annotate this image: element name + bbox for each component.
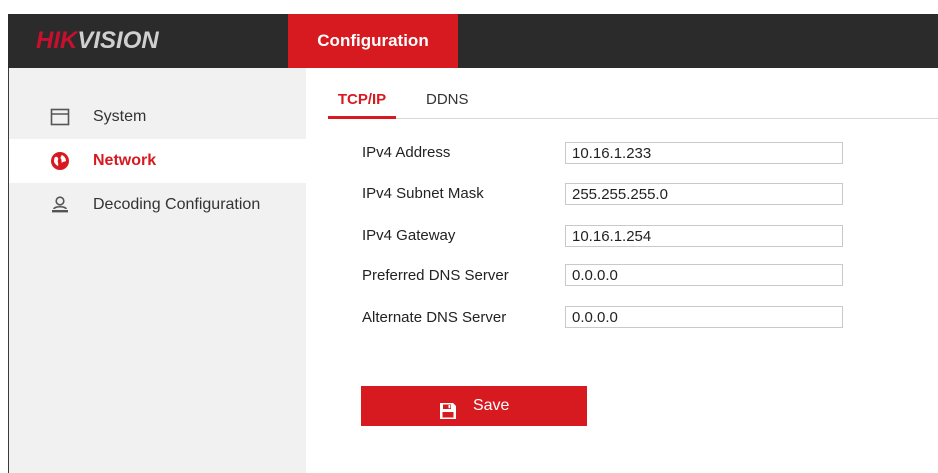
alternate-dns-server-label: Alternate DNS Server bbox=[362, 309, 507, 326]
top-navigation-bar: HIKVISION Configuration bbox=[8, 14, 938, 68]
tab-ddns[interactable]: DDNS bbox=[426, 86, 469, 116]
sidebar: System Network Decoding Configuration bbox=[8, 68, 306, 473]
sidebar-item-label: Decoding Configuration bbox=[93, 196, 261, 213]
ipv4-gateway-field[interactable] bbox=[565, 225, 843, 247]
logo-gray-text: VISION bbox=[77, 27, 159, 54]
ipv4-subnet-mask-field[interactable] bbox=[565, 183, 843, 205]
sidebar-item-label: Network bbox=[93, 152, 157, 169]
alternate-dns-server-field[interactable] bbox=[565, 306, 843, 328]
preferred-dns-server-label: Preferred DNS Server bbox=[362, 267, 509, 284]
globe-icon bbox=[50, 151, 70, 171]
logo-red-text: HIK bbox=[36, 27, 78, 54]
app-window: HIKVISION Configuration System Network D… bbox=[0, 0, 938, 473]
sidebar-item-label: System bbox=[93, 108, 147, 125]
preferred-dns-server-field[interactable] bbox=[565, 264, 843, 286]
save-button[interactable]: Save bbox=[361, 386, 587, 426]
floppy-disk-icon bbox=[439, 396, 457, 419]
tab-tcp-ip[interactable]: TCP/IP bbox=[328, 86, 396, 119]
tab-configuration[interactable]: Configuration bbox=[288, 14, 458, 68]
save-button-label: Save bbox=[472, 397, 510, 414]
window-icon bbox=[50, 107, 70, 127]
ipv4-address-field[interactable] bbox=[565, 142, 843, 164]
sidebar-item-decoding-configuration[interactable]: Decoding Configuration bbox=[9, 183, 306, 227]
sidebar-item-system[interactable]: System bbox=[9, 95, 306, 139]
hikvision-logo: HIKVISION bbox=[36, 26, 159, 56]
subtab-bar: TCP/IP DDNS bbox=[328, 86, 938, 119]
user-monitor-icon bbox=[50, 195, 70, 215]
ipv4-address-label: IPv4 Address bbox=[362, 144, 451, 161]
ipv4-gateway-label: IPv4 Gateway bbox=[362, 227, 456, 244]
sidebar-item-network[interactable]: Network bbox=[9, 139, 306, 183]
ipv4-subnet-mask-label: IPv4 Subnet Mask bbox=[362, 185, 484, 202]
